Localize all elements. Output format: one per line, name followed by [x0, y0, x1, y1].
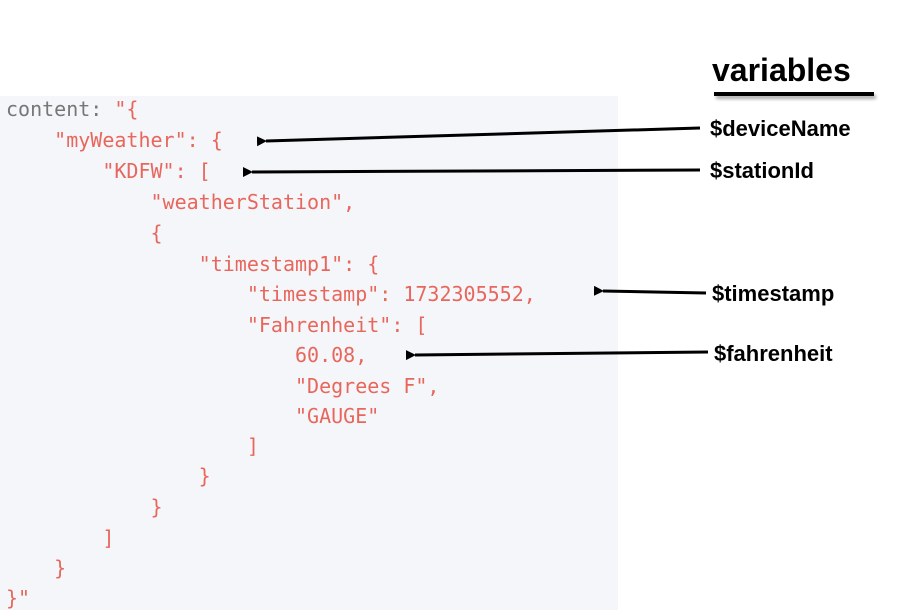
arrows-layer: [242, 126, 709, 361]
arrow-fahrenheit: [405, 350, 709, 361]
arrow-station-id: [242, 167, 701, 178]
arrow-device-name: [256, 126, 701, 147]
arrow-timestamp: [593, 285, 707, 296]
